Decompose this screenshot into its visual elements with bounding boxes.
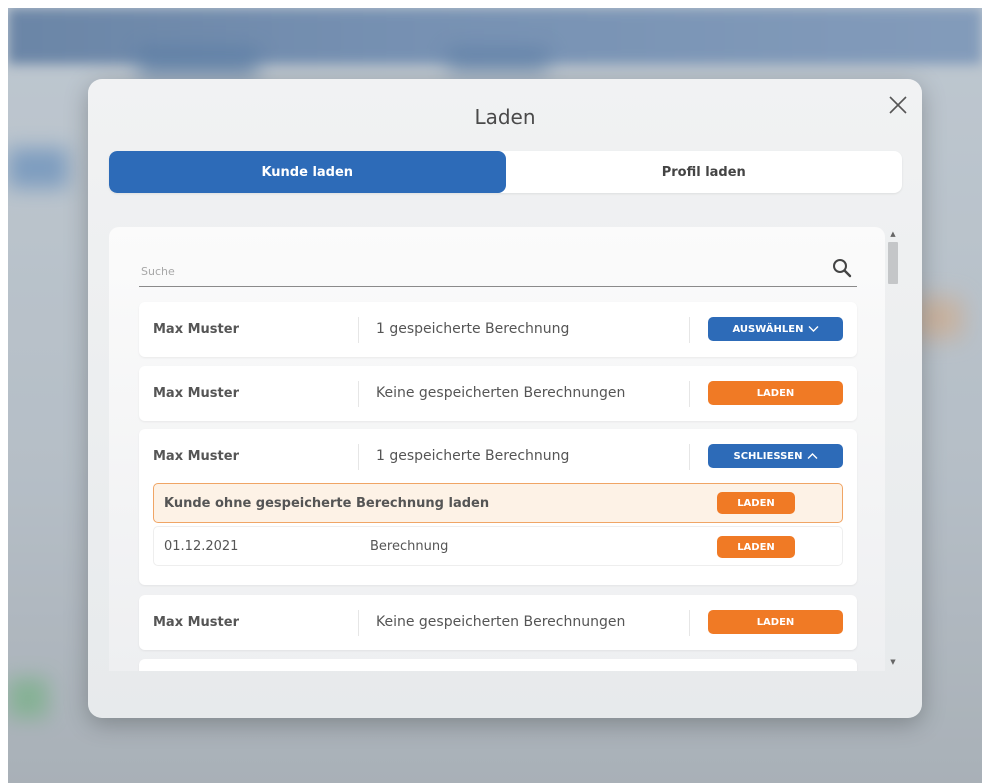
- divider: [358, 610, 359, 636]
- divider: [358, 381, 359, 407]
- load-button[interactable]: LADEN: [708, 610, 843, 634]
- load-button-label: LADEN: [737, 541, 775, 553]
- load-without-calculation-label: Kunde ohne gespeicherte Berechnung laden: [164, 496, 490, 511]
- chevron-up-icon: [807, 453, 817, 459]
- customer-name: Max Muster: [153, 386, 239, 401]
- customer-row-expanded: Max Muster 1 gespeicherte Berechnung SCH…: [139, 429, 857, 585]
- tab-profil-laden[interactable]: Profil laden: [506, 151, 903, 193]
- dialog-title: Laden: [474, 105, 536, 129]
- scroll-down-icon[interactable]: ▼: [888, 657, 898, 667]
- customer-row: Max Muster Keine gespeicherten Berechnun…: [139, 366, 857, 421]
- close-row-button-label: SCHLIESSEN: [733, 450, 803, 462]
- divider: [358, 444, 359, 470]
- calculation-count: 1 gespeicherte Berechnung: [376, 448, 570, 464]
- load-without-calculation-row: Kunde ohne gespeicherte Berechnung laden…: [153, 483, 843, 523]
- load-button-label: LADEN: [756, 616, 795, 628]
- customer-row: Max Muster 1 gespeicherte Berechnung AUS…: [139, 302, 857, 357]
- chevron-down-icon: [808, 326, 818, 332]
- calculation-count: Keine gespeicherten Berechnungen: [376, 614, 626, 630]
- divider: [689, 381, 690, 407]
- search-input[interactable]: [141, 259, 801, 283]
- calculation-count: Keine gespeicherten Berechnungen: [376, 385, 626, 401]
- select-button[interactable]: AUSWÄHLEN: [708, 317, 843, 341]
- close-icon: [889, 96, 907, 114]
- customer-name: Max Muster: [153, 449, 239, 464]
- divider: [689, 444, 690, 470]
- load-button-label: LADEN: [737, 497, 775, 509]
- customer-list-panel: Max Muster 1 gespeicherte Berechnung AUS…: [109, 227, 885, 671]
- calculation-date: 01.12.2021: [164, 539, 239, 554]
- calculation-count: 1 gespeicherte Berechnung: [376, 321, 570, 337]
- scrollbar-thumb[interactable]: [888, 242, 898, 284]
- scrollbar[interactable]: ▲ ▼: [885, 227, 901, 671]
- tab-kunde-laden[interactable]: Kunde laden: [109, 151, 506, 193]
- select-button-label: AUSWÄHLEN: [732, 323, 804, 335]
- divider: [358, 317, 359, 343]
- close-row-button[interactable]: SCHLIESSEN: [708, 444, 843, 468]
- divider: [689, 610, 690, 636]
- search-icon[interactable]: [831, 257, 853, 279]
- divider: [689, 317, 690, 343]
- customer-row: [139, 659, 857, 671]
- customer-row: Max Muster Keine gespeicherten Berechnun…: [139, 595, 857, 650]
- load-button[interactable]: LADEN: [717, 536, 795, 558]
- close-button[interactable]: [886, 93, 910, 117]
- scroll-up-icon[interactable]: ▲: [888, 229, 898, 239]
- tab-bar: Kunde laden Profil laden: [109, 151, 902, 193]
- load-dialog: Laden Kunde laden Profil laden Max Muste…: [88, 79, 922, 718]
- customer-name: Max Muster: [153, 322, 239, 337]
- search-bar: [139, 251, 857, 287]
- load-button[interactable]: LADEN: [708, 381, 843, 405]
- saved-calculation-row: 01.12.2021 Berechnung LADEN: [153, 526, 843, 566]
- load-button-label: LADEN: [756, 387, 795, 399]
- customer-name: Max Muster: [153, 615, 239, 630]
- calculation-description: Berechnung: [370, 539, 449, 554]
- load-button[interactable]: LADEN: [717, 492, 795, 514]
